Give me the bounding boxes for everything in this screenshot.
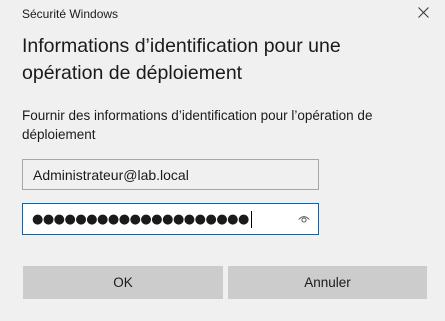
ok-button[interactable]: OK — [23, 266, 223, 299]
credential-dialog: Sécurité Windows Informations d’identifi… — [0, 0, 445, 321]
text-caret — [250, 210, 252, 228]
username-value: Administrateur@lab.local — [33, 166, 189, 183]
close-button[interactable] — [411, 2, 435, 26]
close-icon — [417, 5, 429, 23]
reveal-password-button[interactable] — [297, 212, 311, 226]
username-field[interactable]: Administrateur@lab.local — [22, 159, 319, 190]
cancel-button[interactable]: Annuler — [228, 266, 427, 299]
dialog-heading: Informations d’identification pour une o… — [22, 35, 341, 84]
password-field[interactable]: ●●●●●●●●●●●●●●●●●●●● — [22, 203, 319, 235]
eye-icon — [298, 211, 310, 227]
password-masked-value: ●●●●●●●●●●●●●●●●●●●● — [32, 211, 249, 227]
dialog-description: Fournir des informations d’identificatio… — [22, 108, 373, 142]
window-title: Sécurité Windows — [22, 7, 119, 21]
